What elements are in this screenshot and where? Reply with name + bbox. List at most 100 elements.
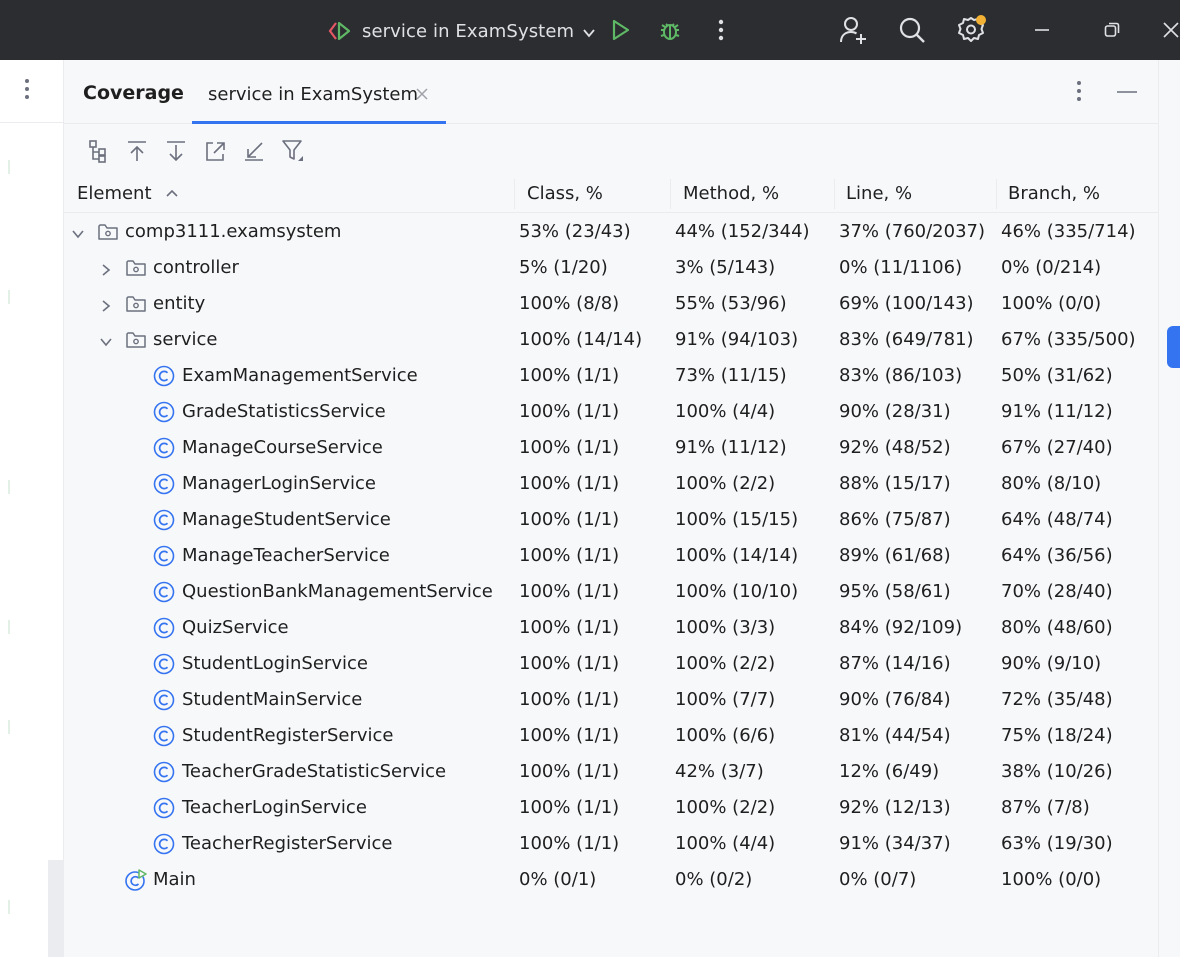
tree-row[interactable]: TeacherGradeStatisticService 100% (1/1) 42… (64, 754, 1158, 790)
tree-row[interactable]: service 100% (14/14) 91% (94/103) 83% (649/… (64, 322, 1158, 358)
chevron-down-icon[interactable] (99, 333, 113, 347)
navigate-up-button[interactable] (121, 136, 153, 166)
chevron-down-icon[interactable] (71, 225, 85, 239)
tree-row[interactable]: ManagerLoginService 100% (1/1) 100% (2/2) 8… (64, 466, 1158, 502)
navigate-down-button[interactable] (160, 136, 192, 166)
more-actions-button[interactable] (705, 14, 737, 46)
collapse-all-button[interactable] (82, 136, 114, 166)
title-bar: service in ExamSystem (0, 0, 1180, 60)
tool-window-header: Coverage service in ExamSystem (64, 60, 1158, 124)
column-label: Element (77, 183, 152, 204)
method-coverage-cell: 42% (3/7) (675, 761, 764, 782)
line-coverage-cell: 83% (649/781) (839, 329, 974, 350)
column-divider[interactable] (514, 179, 515, 209)
method-coverage-cell: 73% (11/15) (675, 365, 787, 386)
tool-window-options-button[interactable] (1076, 80, 1082, 106)
element-name: entity (153, 293, 206, 314)
tree-row[interactable]: comp3111.examsystem 53% (23/43) 44% (152/3… (64, 214, 1158, 250)
tab-close-button[interactable] (414, 86, 430, 102)
settings-button[interactable] (955, 14, 987, 46)
class-coverage-cell: 100% (1/1) (519, 437, 620, 458)
line-coverage-cell: 37% (760/2037) (839, 221, 986, 242)
tree-row[interactable]: TeacherLoginService 100% (1/1) 100% (2/2) 9… (64, 790, 1158, 826)
class-coverage-cell: 100% (14/14) (519, 329, 643, 350)
line-coverage-cell: 0% (11/1106) (839, 257, 963, 278)
column-divider[interactable] (670, 179, 671, 209)
bug-icon (660, 23, 680, 40)
class-coverage-cell: 100% (1/1) (519, 653, 620, 674)
gear-icon (958, 15, 986, 42)
element-name: QuestionBankManagementService (182, 581, 493, 602)
add-user-icon (840, 17, 866, 44)
column-header-branch[interactable]: Branch, % (1008, 175, 1100, 213)
restore-window-button[interactable] (1096, 14, 1128, 46)
chevron-right-icon[interactable] (99, 261, 113, 276)
class-icon (153, 617, 175, 639)
tree-row[interactable]: controller 5% (1/20) 3% (5/143) 0% (11/1106… (64, 250, 1158, 286)
filter-button[interactable] (277, 136, 309, 166)
navigate-down-icon (167, 141, 185, 162)
collapse-button[interactable] (238, 136, 270, 166)
branch-coverage-cell: 75% (18/24) (1001, 725, 1113, 746)
tree-row[interactable]: ManageStudentService 100% (1/1) 100% (15/1… (64, 502, 1158, 538)
class-icon (153, 509, 175, 531)
minimize-window-button[interactable] (1026, 14, 1058, 46)
column-header-method[interactable]: Method, % (683, 175, 779, 213)
element-name: TeacherRegisterService (182, 833, 393, 854)
column-divider[interactable] (996, 179, 997, 209)
method-coverage-cell: 0% (0/2) (675, 869, 753, 890)
debug-button[interactable] (654, 14, 686, 46)
tree-row[interactable]: StudentLoginService 100% (1/1) 100% (2/2) 8… (64, 646, 1158, 682)
package-folder-icon (125, 293, 147, 315)
hide-tool-window-button[interactable] (1116, 80, 1138, 106)
expand-button[interactable] (199, 136, 231, 166)
tree-row[interactable]: QuizService 100% (1/1) 100% (3/3) 84% (92/1… (64, 610, 1158, 646)
column-header-line[interactable]: Line, % (846, 175, 912, 213)
active-tool-tab[interactable] (1167, 326, 1180, 368)
add-user-button[interactable] (837, 14, 869, 46)
method-coverage-cell: 100% (15/15) (675, 509, 799, 530)
class-coverage-cell: 100% (1/1) (519, 581, 620, 602)
coverage-toolbar (82, 136, 309, 166)
close-window-button[interactable] (1162, 14, 1180, 46)
main-class-run-icon (125, 869, 147, 891)
column-header-element[interactable]: Element (77, 175, 179, 213)
tree-row[interactable]: Main 0% (0/1) 0% (0/2) 0% (0/7) 100% (0/0) (64, 862, 1158, 898)
method-coverage-cell: 3% (5/143) (675, 257, 776, 278)
tree-row[interactable]: ManageCourseService 100% (1/1) 91% (11/12)… (64, 430, 1158, 466)
method-coverage-cell: 100% (3/3) (675, 617, 776, 638)
class-coverage-cell: 53% (23/43) (519, 221, 631, 242)
run-config-icon (326, 19, 354, 43)
class-coverage-cell: 100% (1/1) (519, 401, 620, 422)
tree-row[interactable]: StudentMainService 100% (1/1) 100% (7/7) 90… (64, 682, 1158, 718)
column-header-class[interactable]: Class, % (527, 175, 603, 213)
search-button[interactable] (896, 14, 928, 46)
run-button[interactable] (604, 14, 636, 46)
class-icon (153, 581, 175, 603)
element-name: comp3111.examsystem (125, 221, 342, 242)
tree-row[interactable]: entity 100% (8/8) 55% (53/96) 69% (100/143)… (64, 286, 1158, 322)
line-coverage-cell: 91% (34/37) (839, 833, 951, 854)
method-coverage-cell: 100% (7/7) (675, 689, 776, 710)
run-config-selector[interactable]: service in ExamSystem (326, 16, 596, 46)
branch-coverage-cell: 38% (10/26) (1001, 761, 1113, 782)
branch-coverage-cell: 67% (335/500) (1001, 329, 1136, 350)
line-coverage-cell: 83% (86/103) (839, 365, 963, 386)
tree-row[interactable]: TeacherRegisterService 100% (1/1) 100% (4/… (64, 826, 1158, 862)
chevron-right-icon[interactable] (99, 297, 113, 312)
element-name: controller (153, 257, 239, 278)
tree-row[interactable]: GradeStatisticsService 100% (1/1) 100% (4/… (64, 394, 1158, 430)
editor-options-button[interactable] (24, 78, 30, 104)
element-name: service (153, 329, 218, 350)
editor-scrollbar[interactable] (48, 860, 64, 957)
element-name: StudentLoginService (182, 653, 368, 674)
tree-row[interactable]: ManageTeacherService 100% (1/1) 100% (14/1… (64, 538, 1158, 574)
column-divider[interactable] (834, 179, 835, 209)
tree-row[interactable]: StudentRegisterService 100% (1/1) 100% (6/… (64, 718, 1158, 754)
line-coverage-cell: 12% (6/49) (839, 761, 940, 782)
tree-row[interactable]: ExamManagementService 100% (1/1) 73% (11/1… (64, 358, 1158, 394)
tab-service-in-examsystem[interactable]: service in ExamSystem (192, 60, 446, 124)
element-name: ManagerLoginService (182, 473, 376, 494)
tree-row[interactable]: QuestionBankManagementService 100% (1/1) 1… (64, 574, 1158, 610)
method-coverage-cell: 55% (53/96) (675, 293, 787, 314)
